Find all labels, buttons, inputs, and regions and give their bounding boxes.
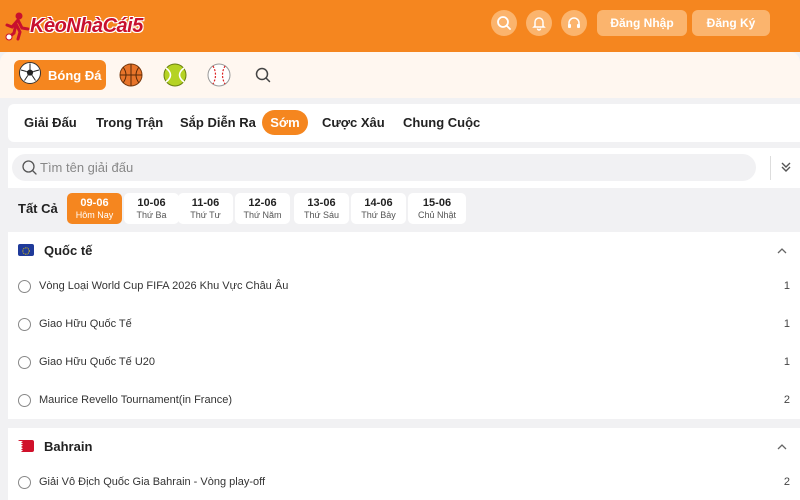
radio-button[interactable] [18, 318, 31, 331]
date-value: 11-06 [191, 197, 220, 209]
search-icon[interactable] [491, 10, 517, 36]
date-value: 10-06 [137, 197, 166, 209]
radio-button[interactable] [18, 356, 31, 369]
match-count: 1 [783, 356, 790, 368]
league-row[interactable]: Vòng Loại World Cup FIFA 2026 Khu Vực Ch… [8, 268, 800, 306]
register-button[interactable]: Đăng Ký [692, 10, 770, 36]
search-icon [21, 159, 38, 181]
league-row[interactable]: Giao Hữu Quốc Tế 1 [8, 306, 800, 344]
tab-som[interactable]: Sớm [262, 110, 308, 135]
chevron-up-icon[interactable] [776, 440, 788, 452]
weekday-label: Thứ Sáu [303, 210, 340, 220]
date-item[interactable]: 14-06 Thứ Bảy [351, 193, 406, 224]
chevron-up-icon[interactable] [776, 244, 788, 256]
radio-button[interactable] [18, 280, 31, 293]
league-search [12, 154, 756, 181]
logo-text: KèoNhàCái5 [30, 14, 143, 37]
match-count: 2 [783, 394, 790, 406]
tab-sap-dien-ra[interactable]: Sắp Diễn Ra [180, 115, 256, 131]
weekday-label: Thứ Tư [190, 210, 221, 220]
date-all[interactable]: Tất Cả [18, 201, 58, 216]
date-value: 12-06 [248, 197, 277, 209]
date-item[interactable]: 10-06 Thứ Ba [124, 193, 179, 224]
weekday-label: Thứ Bảy [361, 210, 396, 220]
league-name: Giao Hữu Quốc Tế [39, 318, 132, 330]
league-name: Vòng Loại World Cup FIFA 2026 Khu Vực Ch… [39, 280, 289, 292]
radio-button[interactable] [18, 394, 31, 407]
eu-flag-icon [18, 244, 34, 256]
date-item[interactable]: 11-06 Thứ Tư [178, 193, 233, 224]
date-value: 14-06 [364, 197, 393, 209]
weekday-label: Chủ Nhật [417, 210, 457, 220]
tab-cuoc-xau[interactable]: Cược Xâu [322, 115, 385, 131]
league-name: Maurice Revello Tournament(in France) [39, 394, 232, 406]
site-logo[interactable]: KèoNhàCái5 [4, 8, 143, 44]
league-name: Giải Vô Địch Quốc Gia Bahrain - Vòng pla… [39, 476, 266, 488]
tab-giai-dau[interactable]: Giải Đấu [24, 115, 77, 131]
date-value: 09-06 [80, 197, 109, 209]
league-group-header[interactable]: Bahrain [8, 428, 800, 464]
weekday-label: Thứ Ba [136, 210, 167, 220]
league-group-title: Quốc tế [44, 243, 93, 258]
weekday-label: Thứ Năm [243, 210, 282, 220]
date-item[interactable]: 12-06 Thứ Năm [235, 193, 290, 224]
date-value: 13-06 [307, 197, 336, 209]
sport-active-label: Bóng Đá [48, 67, 102, 83]
baseball-icon[interactable] [206, 62, 232, 88]
top-header: KèoNhàCái5 Đăng Nhập Đăng Ký [0, 0, 800, 52]
league-row[interactable]: Giao Hữu Quốc Tế U20 1 [8, 344, 800, 382]
headset-icon[interactable] [561, 10, 587, 36]
league-search-input[interactable] [40, 154, 740, 181]
league-row[interactable]: Maurice Revello Tournament(in France) 2 [8, 382, 800, 420]
match-count: 1 [783, 280, 790, 292]
tennis-ball-icon[interactable] [162, 62, 188, 88]
player-logo-icon [4, 11, 30, 41]
match-count: 2 [783, 476, 790, 488]
date-item-today[interactable]: 09-06 Hôm Nay [67, 193, 122, 224]
radio-button[interactable] [18, 476, 31, 489]
league-name: Giao Hữu Quốc Tế U20 [39, 356, 155, 368]
league-group-title: Bahrain [44, 439, 93, 454]
league-group-quoc-te: Quốc tế Vòng Loại World Cup FIFA 2026 Kh… [8, 232, 800, 419]
league-group-header[interactable]: Quốc tế [8, 232, 800, 268]
weekday-label: Hôm Nay [75, 210, 114, 220]
tab-chung-cuoc[interactable]: Chung Cuộc [403, 115, 480, 131]
double-chevron-down-icon[interactable] [779, 160, 793, 179]
league-group-bahrain: Bahrain Giải Vô Địch Quốc Gia Bahrain - … [8, 428, 800, 500]
match-count: 1 [783, 318, 790, 330]
date-value: 15-06 [422, 197, 452, 209]
sport-search-icon[interactable] [250, 62, 276, 88]
bell-icon[interactable] [526, 10, 552, 36]
date-item[interactable]: 13-06 Thứ Sáu [294, 193, 349, 224]
login-button[interactable]: Đăng Nhập [597, 10, 687, 36]
soccer-ball-icon [18, 61, 42, 90]
tab-trong-tran[interactable]: Trong Trận [96, 115, 163, 131]
league-row[interactable]: Giải Vô Địch Quốc Gia Bahrain - Vòng pla… [8, 464, 800, 500]
date-item[interactable]: 15-06 Chủ Nhật [408, 193, 466, 224]
sport-tab-soccer[interactable]: Bóng Đá [14, 60, 106, 90]
bahrain-flag-icon [18, 440, 34, 453]
divider [770, 156, 771, 180]
basketball-icon[interactable] [118, 62, 144, 88]
